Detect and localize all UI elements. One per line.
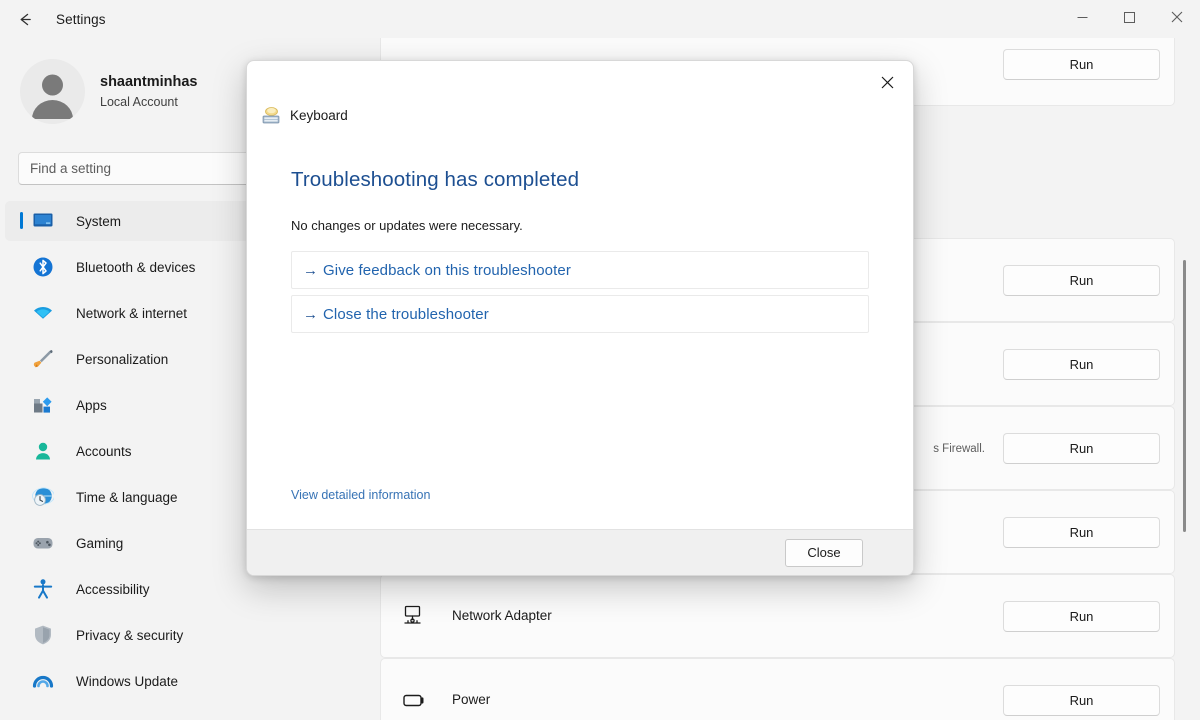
dialog-close-button[interactable] (870, 71, 904, 99)
dialog-header-title: Keyboard (290, 107, 348, 123)
dialog-link-label: Give feedback on this troubleshooter (323, 261, 571, 279)
dialog-link-2[interactable]: → Close the troubleshooter (291, 295, 869, 333)
close-icon (881, 76, 894, 94)
dialog-footer: Close (247, 529, 913, 575)
dialog-link-1[interactable]: → Give feedback on this troubleshooter (291, 251, 869, 289)
dialog-link-label: Close the troubleshooter (323, 305, 489, 323)
troubleshooter-dialog: Keyboard Troubleshooting has completed N… (246, 60, 914, 576)
dialog-heading: Troubleshooting has completed (291, 168, 580, 191)
right-arrow-icon: → (303, 305, 318, 323)
settings-window: Settings shaantminhas Local Account Find… (0, 0, 1200, 720)
dialog-action-links: → Give feedback on this troubleshooter → Cl… (291, 251, 869, 333)
right-arrow-icon: → (303, 261, 318, 279)
view-detailed-information-link[interactable]: View detailed information (291, 488, 430, 502)
dialog-body: Troubleshooting has completed No changes… (247, 123, 913, 529)
keyboard-troubleshooter-icon (261, 105, 281, 125)
close-button[interactable]: Close (785, 538, 863, 567)
dialog-header: Keyboard (247, 61, 913, 125)
dialog-subtitle: No changes or updates were necessary. (291, 218, 523, 233)
